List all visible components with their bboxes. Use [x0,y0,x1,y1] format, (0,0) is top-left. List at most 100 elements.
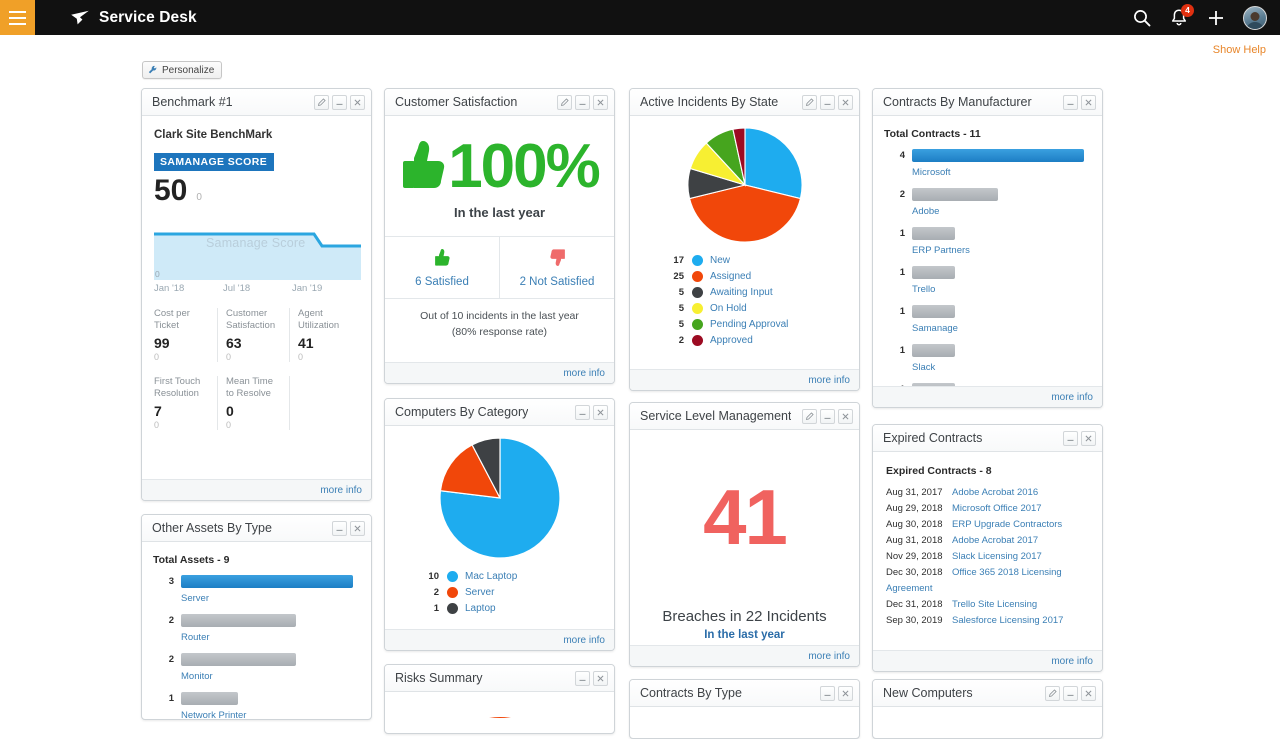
edit-pencil-icon[interactable] [557,95,572,110]
stat-value: 0 [226,403,283,419]
expired-contract-row[interactable]: Aug 30, 2018ERP Upgrade Contractors [886,517,1092,533]
expired-contract-name[interactable]: Trello Site Licensing [952,599,1037,610]
legend-label[interactable]: Laptop [465,603,496,614]
minimize-icon[interactable] [575,95,590,110]
close-icon[interactable] [1081,95,1096,110]
minimize-icon[interactable] [332,95,347,110]
legend-row[interactable]: 10Mac Laptop [421,568,604,584]
legend-label[interactable]: Approved [710,335,753,346]
more-info-link[interactable]: more info [563,368,605,379]
more-info-link[interactable]: more info [1051,656,1093,667]
bar-label[interactable]: Trello [912,284,935,295]
close-icon[interactable] [593,95,608,110]
legend-row[interactable]: 5Awaiting Input [666,284,849,300]
legend-label[interactable]: Assigned [710,271,751,282]
bar-label[interactable]: Adobe [912,206,939,217]
legend-label[interactable]: Pending Approval [710,319,788,330]
legend-label[interactable]: New [710,255,730,266]
legend-row[interactable]: 2Approved [666,332,849,348]
bar-row[interactable]: 4Microsoft [883,149,1092,180]
bar-label[interactable]: Samanage [912,323,958,334]
edit-pencil-icon[interactable] [802,95,817,110]
bar-row[interactable]: 1Network Printer [152,692,361,720]
close-icon[interactable] [593,671,608,686]
avatar[interactable] [1243,6,1267,30]
edit-pencil-icon[interactable] [802,409,817,424]
expired-contract-row[interactable]: Dec 30, 2018Office 365 2018 Licensing Ag… [886,565,1092,597]
bar-label[interactable]: ERP Partners [912,245,970,256]
bar-label[interactable]: Server [181,593,209,604]
expired-contract-name[interactable]: ERP Upgrade Contractors [952,519,1062,530]
bar-label[interactable]: Network Printer [181,710,246,720]
expired-contract-row[interactable]: Dec 31, 2018Trello Site Licensing [886,597,1092,613]
bar-value: 2 [883,188,905,200]
csat-not-satisfied-label[interactable]: 2 Not Satisfied [520,276,595,288]
expired-contract-name[interactable]: Slack Licensing 2017 [952,551,1042,562]
close-icon[interactable] [838,409,853,424]
expired-contract-name[interactable]: Adobe Acrobat 2017 [952,535,1038,546]
close-icon[interactable] [1081,431,1096,446]
personalize-button[interactable]: Personalize [142,61,222,79]
expired-contract-row[interactable]: Aug 29, 2018Microsoft Office 2017 [886,501,1092,517]
bar-label[interactable]: Slack [912,362,935,373]
minimize-icon[interactable] [820,95,835,110]
close-icon[interactable] [593,405,608,420]
close-icon[interactable] [838,686,853,701]
minimize-icon[interactable] [332,521,347,536]
minimize-icon[interactable] [1063,431,1078,446]
bar-row[interactable]: 1Samanage [883,305,1092,336]
more-info-link[interactable]: more info [320,485,362,496]
legend-row[interactable]: 5Pending Approval [666,316,849,332]
edit-pencil-icon[interactable] [1045,686,1060,701]
bar-row[interactable]: 2 Adobe [883,188,1092,219]
csat-satisfied-label[interactable]: 6 Satisfied [415,276,469,288]
close-icon[interactable] [1081,686,1096,701]
expired-contract-name[interactable]: Salesforce Licensing 2017 [952,615,1063,626]
expired-contract-name[interactable]: Adobe Acrobat 2016 [952,487,1038,498]
edit-pencil-icon[interactable] [314,95,329,110]
search-icon[interactable] [1132,8,1152,28]
bar-row[interactable]: 1Slack [883,344,1092,375]
expired-contract-row[interactable]: Aug 31, 2018Adobe Acrobat 2017 [886,533,1092,549]
bar-label[interactable]: Monitor [181,671,213,682]
minimize-icon[interactable] [1063,686,1078,701]
legend-label[interactable]: Awaiting Input [710,287,773,298]
minimize-icon[interactable] [575,671,590,686]
legend-row[interactable]: 25Assigned [666,268,849,284]
expired-contract-row[interactable]: Nov 29, 2018Slack Licensing 2017 [886,549,1092,565]
bar-row[interactable]: 1ERP Partners [883,227,1092,258]
bell-icon[interactable]: 4 [1169,8,1189,28]
legend-row[interactable]: 5On Hold [666,300,849,316]
bar-label[interactable]: Microsoft [912,167,951,178]
close-icon[interactable] [350,95,365,110]
expired-contract-name[interactable]: Microsoft Office 2017 [952,503,1042,514]
bar-row[interactable]: 2Monitor [152,653,361,684]
more-info-link[interactable]: more info [1051,392,1093,403]
minimize-icon[interactable] [575,405,590,420]
bar-row[interactable]: 3Server [152,575,361,606]
bar-label[interactable]: Router [181,632,210,643]
expired-contract-row[interactable]: Aug 31, 2017Adobe Acrobat 2016 [886,485,1092,501]
legend-row[interactable]: 2Server [421,584,604,600]
legend-row[interactable]: 1Laptop [421,600,604,616]
legend-label[interactable]: Server [465,587,494,598]
close-icon[interactable] [838,95,853,110]
legend-row[interactable]: 17New [666,252,849,268]
minimize-icon[interactable] [820,686,835,701]
csat-not-satisfied-cell[interactable]: 2 Not Satisfied [499,237,614,298]
more-info-link[interactable]: more info [808,651,850,662]
bar-row[interactable]: 2Router [152,614,361,645]
close-icon[interactable] [350,521,365,536]
legend-label[interactable]: Mac Laptop [465,571,517,582]
show-help-link[interactable]: Show Help [1213,44,1266,56]
minimize-icon[interactable] [820,409,835,424]
hamburger-menu-icon[interactable] [0,0,35,35]
expired-contract-row[interactable]: Sep 30, 2019Salesforce Licensing 2017 [886,613,1092,629]
plus-icon[interactable] [1206,8,1226,28]
more-info-link[interactable]: more info [808,375,850,386]
minimize-icon[interactable] [1063,95,1078,110]
csat-satisfied-cell[interactable]: 6 Satisfied [385,237,499,298]
bar-row[interactable]: 1Trello [883,266,1092,297]
more-info-link[interactable]: more info [563,635,605,646]
legend-label[interactable]: On Hold [710,303,747,314]
